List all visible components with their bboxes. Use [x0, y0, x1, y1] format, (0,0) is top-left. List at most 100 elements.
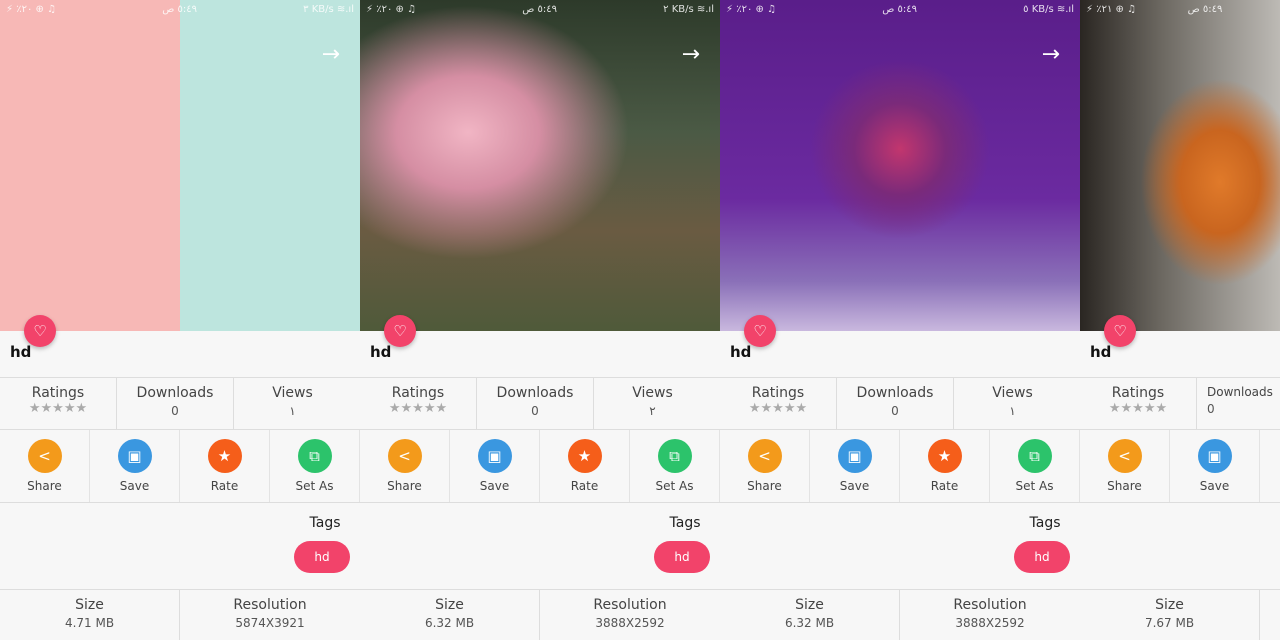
actions-row: < Share ▣ Save: [1080, 429, 1280, 502]
size-info: Size 6.32 MB: [360, 590, 540, 640]
wallpaper-image[interactable]: [1080, 0, 1280, 331]
size-value: 6.32 MB: [424, 616, 475, 630]
downloads-stat: Downloads 0: [477, 378, 594, 429]
tags-heading: Tags: [309, 515, 341, 531]
tag-chip[interactable]: hd: [654, 541, 710, 573]
resolution-value: 5874X3921: [235, 616, 305, 630]
rating-stars[interactable]: ★★★★★: [360, 401, 476, 416]
rating-stars[interactable]: ★★★★★: [1080, 401, 1196, 416]
views-stat: Views ٢: [594, 378, 711, 429]
share-label: Share: [747, 479, 782, 493]
tags-section: Tags hd: [0, 502, 360, 589]
wallpaper-image[interactable]: [360, 0, 720, 331]
wallpaper-title: hd: [370, 343, 392, 361]
share-button[interactable]: < Share: [0, 430, 90, 502]
status-icons: ⚡ ٪٢١ ⊕ ♫: [1086, 3, 1137, 15]
next-arrow-icon[interactable]: →: [322, 42, 340, 67]
info-row: Size 4.71 MB Resolution 5874X3921: [0, 589, 360, 640]
resolution-value: 3888X2592: [595, 616, 665, 630]
set-as-button[interactable]: ⧉ Set As: [270, 430, 360, 502]
size-label: Size: [795, 597, 824, 613]
views-stat: Views ١: [234, 378, 351, 429]
share-button[interactable]: < Share: [1080, 430, 1170, 502]
crop-icon: ⧉: [297, 439, 332, 473]
share-label: Share: [387, 479, 422, 493]
info-row: Size 6.32 MB Resolution 3888X2592: [720, 589, 1080, 640]
set-as-button[interactable]: ⧉ Set As: [630, 430, 720, 502]
resolution-info: Resolution 3888X2592: [540, 590, 720, 640]
status-time: ٥:٤٩ ص: [882, 3, 917, 15]
floppy-disk-icon: ▣: [117, 439, 152, 473]
share-button[interactable]: < Share: [360, 430, 450, 502]
resolution-value: 3888X2592: [955, 616, 1025, 630]
share-icon: <: [27, 439, 62, 473]
views-count: ١: [289, 404, 296, 418]
tag-chip[interactable]: hd: [1014, 541, 1070, 573]
status-time: ٥:٤٩ ص: [1187, 3, 1223, 15]
size-label: Size: [1155, 597, 1184, 613]
wallpaper-image[interactable]: [0, 0, 360, 331]
star-icon: ★: [927, 439, 962, 473]
save-label: Save: [119, 479, 150, 493]
status-time: ٥:٤٩ ص: [162, 3, 197, 15]
size-info: Size 7.67 MB: [1080, 590, 1260, 640]
ratings-label: Ratings: [391, 385, 445, 401]
status-bar: ⚡ ٪٢٠ ⊕ ♫ ٥:٤٩ ص ٣ KB/s ≋.ıl: [0, 0, 360, 18]
network-speed: ٢ KB/s ≋.ıl: [663, 3, 714, 15]
share-icon: <: [1107, 439, 1142, 473]
views-count: ١: [1009, 404, 1016, 418]
wallpaper-detail-screen: ⚡ ٪٢٠ ⊕ ♫ ٥:٤٩ ص٢ KB/s ≋.ıl → ♡ hd Rating…: [360, 0, 720, 640]
save-button[interactable]: ▣ Save: [810, 430, 900, 502]
save-button[interactable]: ▣ Save: [1170, 430, 1260, 502]
share-icon: <: [747, 439, 782, 473]
network-speed: ٣ KB/s ≋.ıl: [303, 3, 354, 15]
views-count: ٢: [649, 404, 656, 418]
size-info: Size 4.71 MB: [0, 590, 180, 640]
share-button[interactable]: < Share: [720, 430, 810, 502]
size-label: Size: [435, 597, 464, 613]
share-label: Share: [27, 479, 62, 493]
save-button[interactable]: ▣ Save: [450, 430, 540, 502]
save-button[interactable]: ▣ Save: [90, 430, 180, 502]
wallpaper-title: hd: [730, 343, 752, 361]
save-label: Save: [479, 479, 510, 493]
actions-row: < Share ▣ Save ★ Rate ⧉ Set As: [0, 429, 360, 502]
size-label: Size: [75, 597, 104, 613]
resolution-info: Resolution 5874X3921: [180, 590, 360, 640]
wallpaper-title: hd: [10, 343, 32, 361]
downloads-stat: Downloads 0: [117, 378, 234, 429]
app-screens: ⚡ ٪٢٠ ⊕ ♫ ٥:٤٩ ص٣ KB/s ≋.ıl → ♡ hd Rating…: [0, 0, 1280, 640]
ratings-label: Ratings: [751, 385, 805, 401]
stats-row: Ratings ★★★★★ Downloads 0 Views ١: [0, 377, 360, 429]
actions-row: < Share ▣ Save ★ Rate ⧉ Set As: [720, 429, 1080, 502]
set-as-label: Set As: [1015, 479, 1054, 493]
share-label: Share: [1107, 479, 1142, 493]
tags-section: Tags hd: [720, 502, 1080, 589]
next-arrow-icon[interactable]: →: [1042, 42, 1060, 67]
crop-icon: ⧉: [1017, 439, 1052, 473]
wallpaper-image[interactable]: [720, 0, 1080, 331]
status-icons: ⚡ ٪٢٠ ⊕ ♫: [726, 3, 777, 15]
downloads-count: 0: [531, 404, 539, 418]
rate-button[interactable]: ★ Rate: [540, 430, 630, 502]
rate-button[interactable]: ★ Rate: [180, 430, 270, 502]
tags-heading: Tags: [669, 515, 701, 531]
rate-label: Rate: [930, 479, 959, 493]
size-value: 6.32 MB: [784, 616, 835, 630]
rate-button[interactable]: ★ Rate: [900, 430, 990, 502]
wallpaper-detail-screen: ⚡ ٪٢١ ⊕ ♫ ٥:٤٩ ص ♡ hd Ratings ★★★★★ Downlo…: [1080, 0, 1280, 640]
ratings-stat: Ratings ★★★★★: [360, 378, 477, 429]
downloads-label: Downloads: [856, 385, 934, 401]
rating-stars[interactable]: ★★★★★: [0, 401, 116, 416]
rating-stars[interactable]: ★★★★★: [720, 401, 836, 416]
ratings-stat: Ratings ★★★★★: [720, 378, 837, 429]
downloads-count: 0: [1207, 402, 1215, 416]
next-arrow-icon[interactable]: →: [682, 42, 700, 67]
tag-chip[interactable]: hd: [294, 541, 350, 573]
set-as-button[interactable]: ⧉ Set As: [990, 430, 1080, 502]
size-info: Size 6.32 MB: [720, 590, 900, 640]
star-icon: ★: [207, 439, 242, 473]
downloads-label: Downloads: [1207, 385, 1273, 399]
downloads-count: 0: [891, 404, 899, 418]
ratings-label: Ratings: [31, 385, 85, 401]
